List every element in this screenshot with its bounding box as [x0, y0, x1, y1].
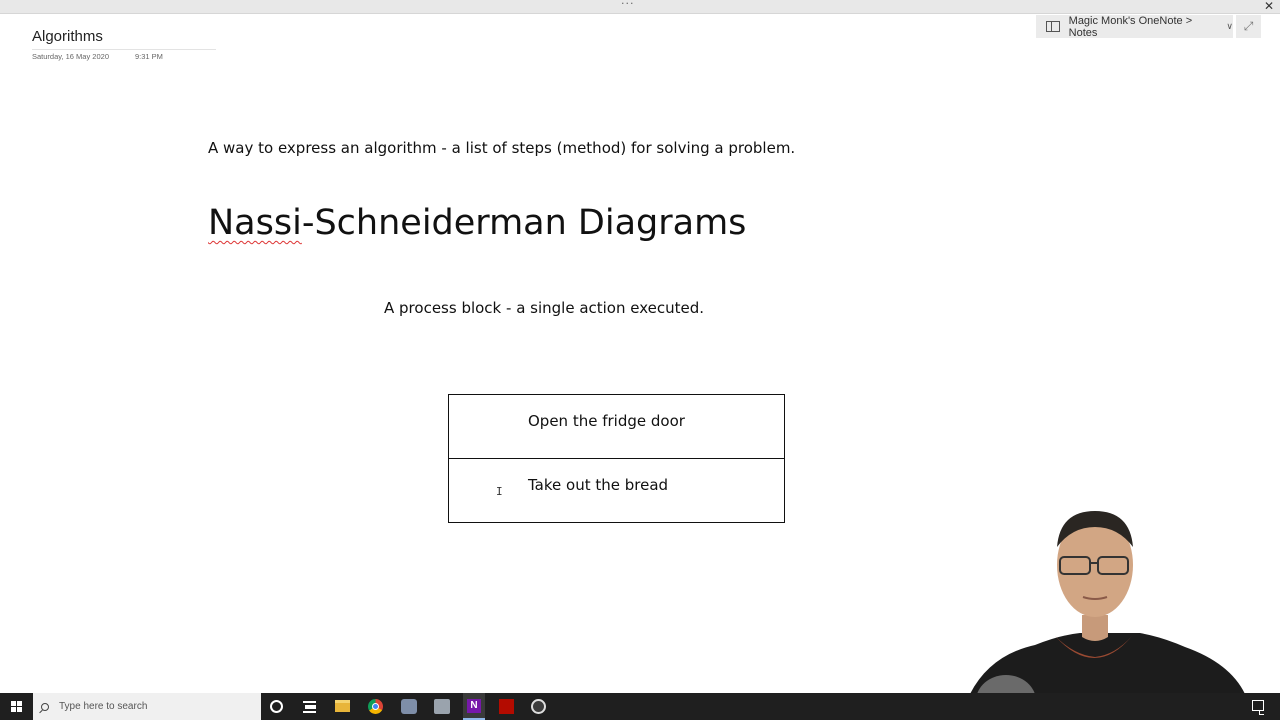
- expand-icon[interactable]: ⤢: [1236, 15, 1261, 38]
- title-divider: [32, 49, 216, 50]
- text-cursor-icon: I: [496, 485, 503, 498]
- onenote-window: ··· ✕ Magic Monk's OneNote > Notes ∨ ⤢ A…: [0, 0, 1280, 720]
- process-block[interactable]: Open the fridge door: [448, 394, 785, 459]
- onenote-letter: N: [467, 699, 481, 713]
- chrome-icon[interactable]: [368, 699, 383, 714]
- more-options-icon[interactable]: ···: [621, 0, 635, 10]
- close-icon[interactable]: ✕: [1262, 0, 1276, 13]
- section-heading[interactable]: Nassi-Schneiderman Diagrams: [208, 203, 746, 243]
- app-icon[interactable]: [434, 699, 450, 714]
- app-icon[interactable]: [401, 699, 417, 714]
- heading-rest: -Schneiderman Diagrams: [301, 203, 747, 243]
- windows-start-icon[interactable]: [0, 693, 32, 720]
- taskbar-search-box[interactable]: Type here to search: [33, 693, 261, 720]
- page-title[interactable]: Algorithms: [32, 28, 103, 45]
- process-block-label: Take out the bread: [528, 476, 669, 494]
- process-block-label: Open the fridge door: [528, 412, 685, 430]
- notification-icon[interactable]: [1252, 700, 1264, 715]
- search-placeholder: Type here to search: [59, 701, 148, 712]
- onenote-icon[interactable]: N: [463, 693, 485, 720]
- breadcrumb-text: Magic Monk's OneNote > Notes: [1068, 14, 1193, 39]
- misspelled-word[interactable]: Nassi: [208, 203, 302, 243]
- cortana-icon[interactable]: [270, 700, 283, 713]
- process-block-description[interactable]: A process block - a single action execut…: [384, 299, 704, 317]
- notebook-breadcrumb[interactable]: Magic Monk's OneNote > Notes ∨: [1036, 14, 1233, 39]
- window-grip-bar[interactable]: ··· ✕: [0, 0, 1280, 14]
- obs-icon[interactable]: [531, 699, 546, 714]
- taskbar: Type here to search N: [0, 693, 1280, 720]
- presenter-webcam: [940, 505, 1280, 694]
- intro-text[interactable]: A way to express an algorithm - a list o…: [208, 139, 795, 157]
- task-view-icon[interactable]: [303, 700, 316, 713]
- file-explorer-icon[interactable]: [335, 700, 350, 712]
- presenter-figure: [970, 511, 1245, 694]
- acrobat-icon[interactable]: [499, 699, 514, 714]
- page-time: 9:31 PM: [135, 52, 163, 61]
- chevron-down-icon: ∨: [1226, 21, 1233, 32]
- page-date: Saturday, 16 May 2020: [32, 52, 109, 61]
- notebook-icon: [1046, 21, 1060, 32]
- search-icon: [41, 702, 49, 711]
